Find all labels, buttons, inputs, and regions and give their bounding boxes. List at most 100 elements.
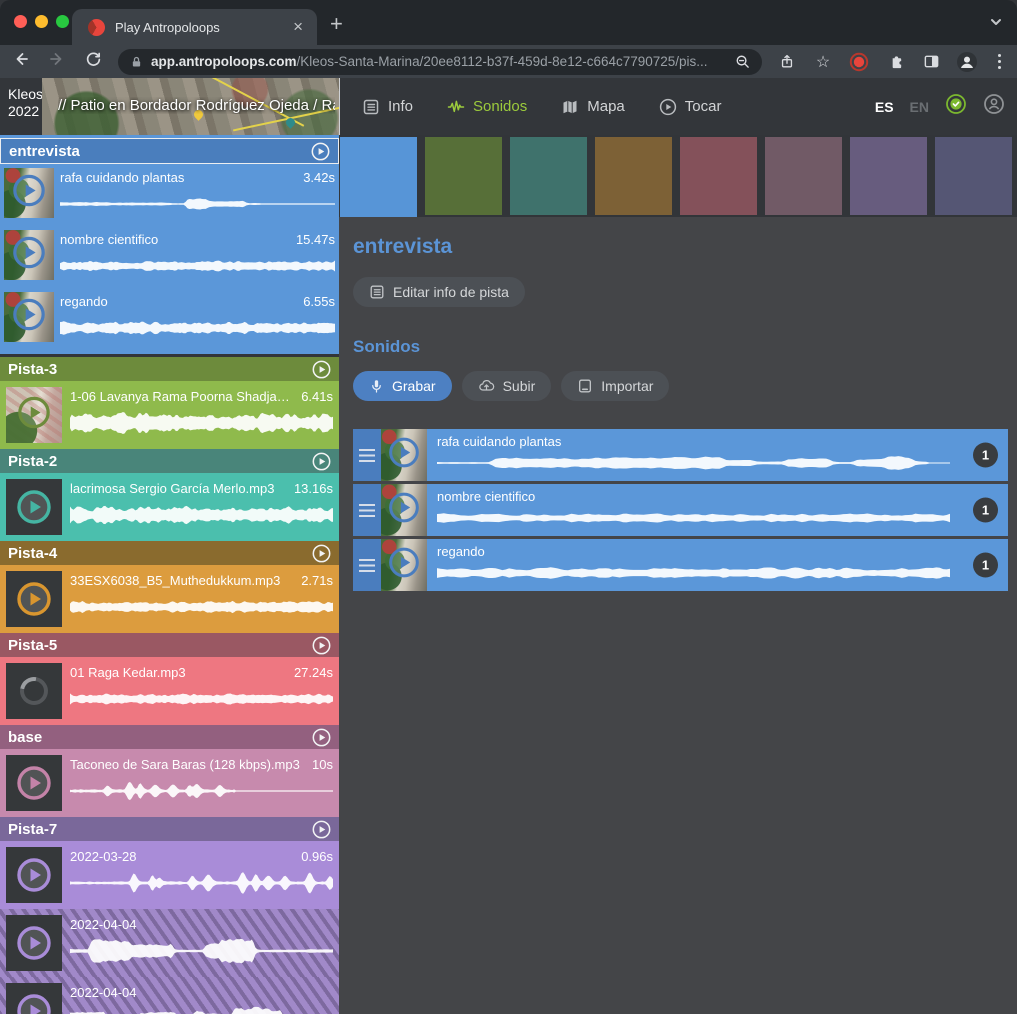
lang-en-button[interactable]: EN [910,99,929,115]
play-sound-icon[interactable] [388,547,420,579]
track-header[interactable]: Pista-7 [0,817,339,841]
sound-thumbnail[interactable] [381,539,427,591]
back-icon[interactable] [10,50,32,73]
app-logo[interactable]: Kleos 2022 [0,78,42,135]
minimize-window-button[interactable] [35,15,48,28]
sound-thumbnail[interactable] [6,571,62,627]
play-sound-icon[interactable] [388,492,420,524]
sound-thumbnail[interactable] [6,663,62,719]
sound-row[interactable]: regando6.55s [0,288,339,350]
sound-row[interactable]: 2022-04-04 [0,977,339,1014]
sound-thumbnail[interactable] [6,847,62,903]
palette-swatch[interactable] [765,137,842,215]
play-sound-icon[interactable] [16,765,52,801]
track-header[interactable]: Pista-2 [0,449,339,473]
palette-swatch[interactable] [510,137,587,215]
sound-thumbnail[interactable] [6,983,62,1014]
sound-row[interactable]: nombre cientifico15.47s [0,226,339,288]
play-sound-icon[interactable] [16,581,52,617]
zoom-window-button[interactable] [56,15,69,28]
palette-swatch[interactable] [850,137,927,215]
tab-info[interactable]: Info [362,98,413,116]
play-sound-icon[interactable] [12,298,46,332]
upload-button[interactable]: Subir [462,371,552,401]
tab-tocar[interactable]: Tocar [659,98,722,116]
extensions-puzzle-icon[interactable] [884,53,906,70]
track-header[interactable]: Pista-5 [0,633,339,657]
tab-mapa[interactable]: Mapa [561,98,625,116]
sound-row[interactable]: lacrimosa Sergio García Merlo.mp313.16s [0,473,339,541]
sound-row[interactable]: 2022-03-280.96s [0,841,339,909]
browser-tab[interactable]: Play Antropoloops × [72,9,317,45]
record-extension-icon[interactable] [848,52,870,72]
panel-sound-row[interactable]: nombre cientifico1 [353,484,1008,536]
sound-thumbnail[interactable] [381,484,427,536]
palette-swatch[interactable] [425,137,502,215]
play-track-icon[interactable] [312,452,331,471]
sound-thumbnail[interactable] [6,915,62,971]
sound-row[interactable]: 1-06 Lavanya Rama Poorna Shadjam Rupak..… [0,381,339,449]
play-sound-icon[interactable] [17,396,51,430]
sound-thumbnail[interactable] [4,168,54,218]
sound-row[interactable]: 2022-04-04 [0,909,339,977]
reload-icon[interactable] [82,51,104,73]
bookmark-star-icon[interactable]: ☆ [812,52,834,72]
sound-row[interactable]: rafa cuidando plantas3.42s [0,164,339,226]
play-sound-icon[interactable] [16,857,52,893]
panel-sound-row[interactable]: regando1 [353,539,1008,591]
import-button[interactable]: Importar [561,371,669,401]
track-header[interactable]: Pista-3 [0,357,339,381]
play-sound-icon[interactable] [16,993,52,1014]
play-track-icon[interactable] [311,142,330,161]
sync-check-icon[interactable] [945,93,967,120]
play-track-icon[interactable] [312,728,331,747]
palette-swatch[interactable] [595,137,672,215]
play-track-icon[interactable] [312,360,331,379]
sound-thumbnail[interactable] [6,755,62,811]
track-header[interactable]: Pista-4 [0,541,339,565]
edit-track-button[interactable]: Editar info de pista [353,277,525,307]
sound-row[interactable]: Taconeo de Sara Baras (128 kbps).mp310s [0,749,339,817]
track-header[interactable]: base [0,725,339,749]
play-sound-icon[interactable] [388,437,420,469]
play-sound-icon[interactable] [12,236,46,270]
sound-thumbnail[interactable] [4,292,54,342]
play-track-icon[interactable] [312,820,331,839]
sound-thumbnail[interactable] [4,230,54,280]
track-header[interactable]: entrevista [0,138,339,164]
sound-thumbnail[interactable] [6,479,62,535]
play-sound-icon[interactable] [16,925,52,961]
palette-swatch[interactable] [680,137,757,215]
browser-menu-icon[interactable] [992,54,1007,69]
window-controls[interactable] [14,15,69,28]
profile-avatar-icon[interactable] [956,51,978,73]
palette-swatch[interactable] [935,137,1012,215]
share-icon[interactable] [776,53,798,70]
play-track-icon[interactable] [312,544,331,563]
sound-row[interactable]: 01 Raga Kedar.mp327.24s [0,657,339,725]
play-track-icon[interactable] [312,636,331,655]
play-sound-icon[interactable] [12,174,46,208]
account-icon[interactable] [983,93,1005,120]
tab-sonidos[interactable]: Sonidos [447,98,527,116]
track-name: Pista-5 [8,637,312,654]
sound-thumbnail[interactable] [381,429,427,481]
drag-handle-icon[interactable] [353,539,381,591]
palette-swatch[interactable] [340,137,417,217]
url-bar[interactable]: app.antropoloops.com/Kleos-Santa-Marina/… [118,49,762,75]
drag-handle-icon[interactable] [353,429,381,481]
close-tab-icon[interactable]: × [289,17,307,37]
new-tab-button[interactable]: + [330,11,343,37]
side-panel-icon[interactable] [920,53,942,70]
zoom-out-icon[interactable] [735,54,750,69]
sound-row[interactable]: 33ESX6038_B5_Muthedukkum.mp32.71s [0,565,339,633]
lang-es-button[interactable]: ES [875,99,894,115]
play-sound-icon[interactable] [16,489,52,525]
close-window-button[interactable] [14,15,27,28]
record-button[interactable]: Grabar [353,371,452,401]
forward-icon[interactable] [46,50,68,73]
sound-thumbnail[interactable] [6,387,62,443]
panel-sound-row[interactable]: rafa cuidando plantas1 [353,429,1008,481]
tab-search-chevron-icon[interactable] [989,15,1003,34]
drag-handle-icon[interactable] [353,484,381,536]
